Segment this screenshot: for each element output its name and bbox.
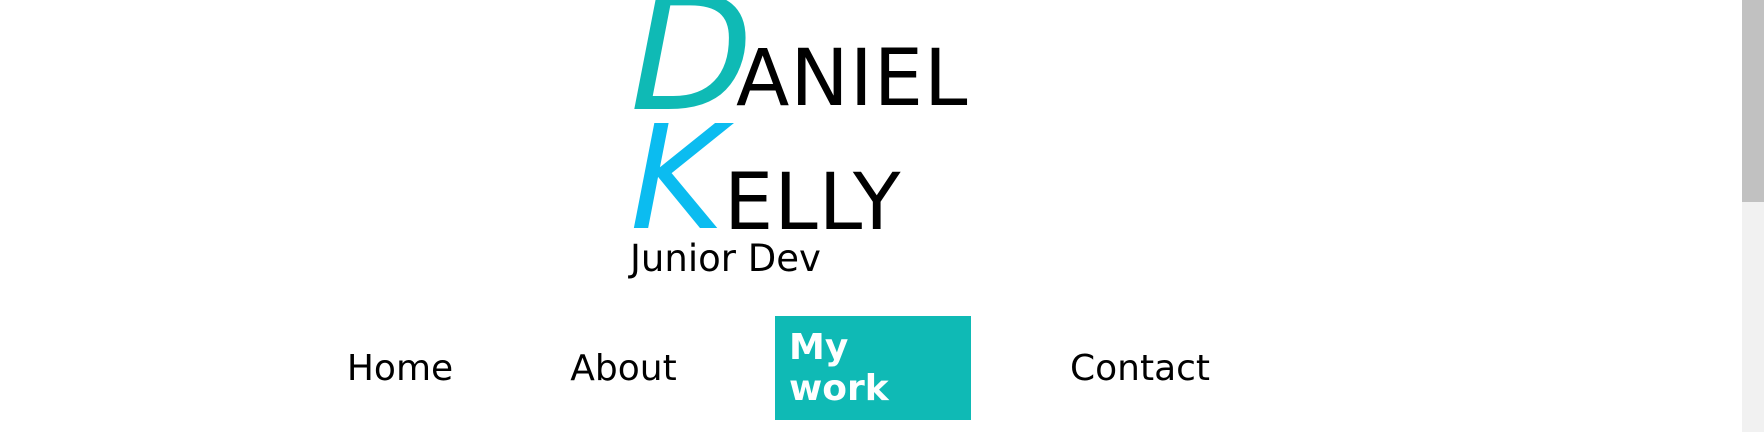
vertical-scrollbar[interactable]: [1742, 0, 1764, 432]
main-nav: Home About My work Contact: [330, 316, 1225, 420]
logo-last-name-rest: ELLY: [724, 158, 902, 248]
logo-first-name-rest: ANIEL: [736, 34, 969, 124]
page: D ANIEL K ELLY Junior Dev Home About My …: [0, 0, 1742, 432]
logo-initial-k: K: [630, 94, 725, 262]
nav-item-my-work[interactable]: My work: [775, 316, 971, 420]
scrollbar-thumb[interactable]: [1742, 0, 1764, 202]
logo-tagline: Junior Dev: [630, 237, 821, 280]
nav-item-about[interactable]: About: [552, 316, 695, 420]
nav-item-contact[interactable]: Contact: [1055, 316, 1225, 420]
nav-item-home[interactable]: Home: [330, 316, 470, 420]
site-logo[interactable]: D ANIEL K ELLY Junior Dev: [630, 0, 990, 290]
